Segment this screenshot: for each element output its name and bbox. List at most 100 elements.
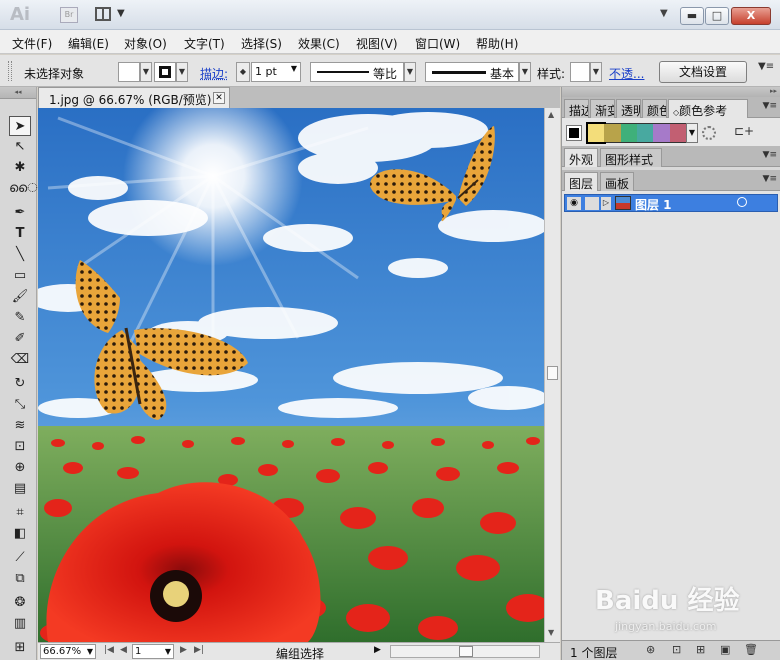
- stroke-weight-stepper[interactable]: ◆: [236, 62, 250, 82]
- harmony-swatch[interactable]: [653, 124, 670, 142]
- harmony-swatch[interactable]: [637, 124, 654, 142]
- graph-tool-icon[interactable]: ▤: [9, 479, 31, 499]
- target-icon[interactable]: [737, 197, 747, 207]
- menu-help[interactable]: 帮助(H): [476, 35, 518, 52]
- menu-type[interactable]: 文字(T): [184, 35, 225, 52]
- menu-view[interactable]: 视图(V): [356, 35, 398, 52]
- stroke-weight-field[interactable]: 1 pt ▼: [251, 62, 301, 82]
- brush-definition[interactable]: 基本: [425, 62, 519, 82]
- menu-edit[interactable]: 编辑(E): [68, 35, 109, 52]
- tab-artboards[interactable]: 画板: [600, 172, 635, 191]
- menu-file[interactable]: 文件(F): [12, 35, 52, 52]
- variable-width-profile[interactable]: 等比: [310, 62, 404, 82]
- vertical-scrollbar[interactable]: ▲ ▼: [544, 108, 560, 642]
- new-layer-icon[interactable]: ▣: [720, 643, 730, 656]
- tab-transparency[interactable]: 透明: [616, 99, 641, 118]
- close-tab-icon[interactable]: ✕: [213, 92, 225, 104]
- scroll-down-icon[interactable]: ▼: [548, 628, 554, 637]
- base-color-swatch[interactable]: [566, 125, 582, 141]
- workspace-dropdown-icon[interactable]: ▼: [660, 8, 668, 19]
- artboard-field[interactable]: 1 ▼: [132, 644, 174, 659]
- stroke-swatch[interactable]: [154, 62, 176, 82]
- harmony-swatch[interactable]: [585, 122, 607, 144]
- free-transform-tool-icon[interactable]: ⊡: [9, 437, 31, 457]
- fill-dropdown[interactable]: ▼: [140, 62, 152, 82]
- shape-builder-tool-icon[interactable]: ⊕: [9, 458, 31, 478]
- menu-object[interactable]: 对象(O): [124, 35, 167, 52]
- profile-dropdown[interactable]: ▼: [404, 62, 416, 82]
- tab-color[interactable]: 颜色: [642, 99, 667, 118]
- layer-row[interactable]: ◉ ▷ 图层 1: [564, 194, 778, 212]
- arrange-documents-button[interactable]: ▼: [95, 7, 129, 23]
- dock-header[interactable]: ▸▸: [562, 87, 780, 97]
- stroke-label[interactable]: 描边:: [200, 65, 228, 82]
- brush-dropdown[interactable]: ▼: [519, 62, 531, 82]
- tab-color-guide[interactable]: ◇颜色参考: [668, 99, 748, 118]
- locate-object-icon[interactable]: ⊛: [646, 643, 655, 656]
- magic-wand-tool-icon[interactable]: ✱: [9, 158, 31, 178]
- pen-tool-icon[interactable]: ✒: [9, 203, 31, 223]
- tab-appearance[interactable]: 外观: [564, 148, 599, 167]
- visibility-eye-icon[interactable]: ◉: [567, 197, 581, 210]
- artboard-canvas[interactable]: [38, 108, 544, 642]
- harmony-swatch[interactable]: [604, 124, 621, 142]
- harmony-swatch[interactable]: [620, 124, 637, 142]
- next-artboard-icon[interactable]: ▶: [180, 645, 187, 655]
- panel-menu-icon[interactable]: ▼≡: [763, 101, 777, 111]
- lock-toggle[interactable]: [585, 197, 599, 210]
- style-swatch[interactable]: [570, 62, 590, 82]
- harmony-swatches[interactable]: [585, 122, 687, 144]
- last-artboard-icon[interactable]: ▶|: [194, 645, 204, 655]
- scroll-thumb[interactable]: [547, 366, 558, 380]
- save-swatch-group-icon[interactable]: ⊏+: [734, 124, 754, 138]
- minimize-button[interactable]: ▬: [680, 7, 704, 25]
- scale-tool-icon[interactable]: ⤡: [9, 395, 31, 415]
- new-sublayer-icon[interactable]: ⊞: [696, 643, 705, 656]
- layer-name[interactable]: 图层 1: [635, 196, 672, 213]
- menu-effect[interactable]: 效果(C): [298, 35, 340, 52]
- document-setup-button[interactable]: 文档设置: [659, 61, 747, 83]
- panel-menu-icon[interactable]: ▼≡: [763, 150, 777, 160]
- delete-layer-icon[interactable]: 🗑: [744, 643, 758, 656]
- horizontal-scroll-thumb[interactable]: [459, 646, 473, 657]
- paintbrush-tool-icon[interactable]: 🖌: [9, 287, 31, 307]
- panel-menu-icon[interactable]: ▼≡: [763, 174, 777, 184]
- stroke-dropdown[interactable]: ▼: [176, 62, 188, 82]
- opacity-link[interactable]: 不透...: [609, 65, 644, 82]
- gradient-tool-icon[interactable]: ◧: [9, 524, 31, 544]
- zoom-field[interactable]: 66.67% ▼: [40, 644, 96, 659]
- tab-stroke[interactable]: 描边: [564, 99, 589, 118]
- horizontal-scrollbar[interactable]: [390, 645, 540, 658]
- menu-window[interactable]: 窗口(W): [415, 35, 460, 52]
- pencil-tool-icon[interactable]: ✎: [9, 308, 31, 328]
- edit-colors-icon[interactable]: [702, 126, 716, 140]
- fill-swatch[interactable]: [118, 62, 140, 82]
- make-clipping-mask-icon[interactable]: ⊡: [672, 643, 681, 656]
- scroll-up-icon[interactable]: ▲: [548, 110, 554, 119]
- expand-layer-icon[interactable]: ▷: [601, 197, 611, 210]
- previous-artboard-icon[interactable]: ◀: [120, 645, 127, 655]
- grip-handle[interactable]: [8, 61, 12, 81]
- mesh-tool-icon[interactable]: ⌗: [9, 503, 31, 523]
- rectangle-tool-icon[interactable]: ▭: [9, 266, 31, 286]
- eyedropper-tool-icon[interactable]: ⟋: [9, 548, 31, 568]
- first-artboard-icon[interactable]: |◀: [104, 645, 114, 655]
- blob-brush-tool-icon[interactable]: ✐: [9, 329, 31, 349]
- symbol-sprayer-tool-icon[interactable]: ❂: [9, 593, 31, 613]
- column-graph-tool-icon[interactable]: ▥: [9, 614, 31, 634]
- tab-gradient[interactable]: 渐变: [590, 99, 615, 118]
- bridge-button[interactable]: Br: [60, 7, 78, 23]
- close-button[interactable]: X: [731, 7, 771, 25]
- menu-select[interactable]: 选择(S): [241, 35, 282, 52]
- style-dropdown[interactable]: ▼: [590, 62, 602, 82]
- rotate-tool-icon[interactable]: ↻: [9, 374, 31, 394]
- artboard-tool-icon[interactable]: ⊞: [9, 638, 31, 658]
- harmony-swatch[interactable]: [669, 124, 686, 142]
- line-tool-icon[interactable]: ╲: [9, 245, 31, 265]
- tools-panel-header[interactable]: ◂◂: [0, 87, 36, 99]
- status-menu-icon[interactable]: ▶: [374, 645, 381, 655]
- blend-tool-icon[interactable]: ⧉: [9, 569, 31, 589]
- selection-column[interactable]: [763, 197, 775, 209]
- lasso-tool-icon[interactable]: ൈ: [9, 179, 38, 199]
- eraser-tool-icon[interactable]: ⌫: [9, 350, 31, 370]
